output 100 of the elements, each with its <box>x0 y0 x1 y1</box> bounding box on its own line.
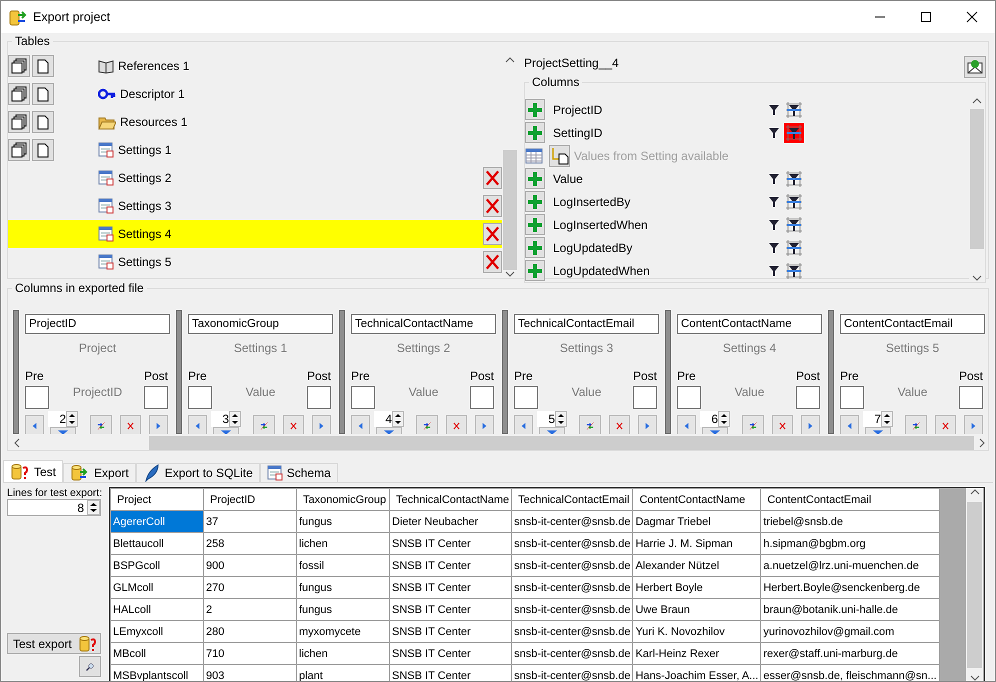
column-header[interactable]: TechnicalContactName <box>390 488 512 510</box>
column-name-field[interactable]: ContentContactName <box>677 314 822 334</box>
post-field[interactable] <box>144 386 168 409</box>
tab[interactable]: Schema <box>260 463 338 482</box>
move-left-button[interactable] <box>514 415 533 434</box>
remove-button[interactable] <box>120 415 141 434</box>
copy-button[interactable] <box>8 83 30 105</box>
remove-button[interactable] <box>935 415 956 434</box>
copy-button[interactable] <box>8 55 30 77</box>
pre-field[interactable] <box>840 386 864 409</box>
add-button[interactable] <box>525 191 545 212</box>
tab[interactable]: Test <box>3 460 64 482</box>
search-button[interactable] <box>79 656 101 677</box>
move-right-button[interactable] <box>312 415 331 434</box>
swap-button[interactable] <box>253 415 275 434</box>
drag-handle[interactable] <box>13 310 19 434</box>
scrollbar[interactable] <box>502 56 518 278</box>
pre-field[interactable] <box>25 386 49 409</box>
drag-handle[interactable] <box>339 310 345 434</box>
tab[interactable]: Export <box>63 463 136 482</box>
table-list-item[interactable]: Settings 3 <box>8 192 502 220</box>
test-export-button[interactable]: Test export <box>7 633 101 654</box>
column-header[interactable]: Project <box>110 488 204 510</box>
column-name-field[interactable]: ContentContactEmail <box>840 314 985 334</box>
table-list-item[interactable]: Settings 1 <box>8 136 502 164</box>
remove-button[interactable] <box>483 251 502 273</box>
filter-list-button[interactable] <box>784 214 804 234</box>
column-header[interactable]: TaxonomicGroup <box>296 488 390 510</box>
filter-list-button[interactable] <box>784 100 804 120</box>
export-button[interactable] <box>964 56 986 78</box>
post-field[interactable] <box>796 386 820 409</box>
table-list-item[interactable]: Descriptor 1 <box>8 80 502 108</box>
move-left-button[interactable] <box>677 415 696 434</box>
filter-list-button[interactable] <box>784 122 804 142</box>
add-button[interactable] <box>525 260 545 281</box>
post-field[interactable] <box>470 386 494 409</box>
swap-button[interactable] <box>905 415 927 434</box>
swap-button[interactable] <box>416 415 438 434</box>
scrollbar[interactable] <box>966 488 983 681</box>
filter-list-button[interactable] <box>784 192 804 212</box>
column-name-field[interactable]: TaxonomicGroup <box>188 314 333 334</box>
swap-button[interactable] <box>579 415 601 434</box>
post-field[interactable] <box>633 386 657 409</box>
add-button[interactable] <box>525 214 545 235</box>
move-left-button[interactable] <box>188 415 207 434</box>
move-right-button[interactable] <box>638 415 657 434</box>
copy-button[interactable] <box>8 139 30 161</box>
tab[interactable]: Export to SQLite <box>136 463 260 482</box>
drag-handle[interactable] <box>502 310 508 434</box>
new-page-button[interactable] <box>32 111 54 133</box>
remove-button[interactable] <box>483 223 502 245</box>
table-list-item[interactable]: References 1 <box>8 52 502 80</box>
move-left-button[interactable] <box>840 415 859 434</box>
column-name-field[interactable]: TechnicalContactName <box>351 314 496 334</box>
remove-button[interactable] <box>483 195 502 217</box>
filter-list-button[interactable] <box>784 238 804 258</box>
copy-button[interactable] <box>8 111 30 133</box>
table-list-item[interactable]: Settings 2 <box>8 164 502 192</box>
post-field[interactable] <box>307 386 331 409</box>
table-list-item[interactable]: Resources 1 <box>8 108 502 136</box>
pre-field[interactable] <box>351 386 375 409</box>
column-header[interactable]: ContentContactName <box>632 488 761 510</box>
column-name-field[interactable]: ProjectID <box>25 314 170 334</box>
move-left-button[interactable] <box>351 415 370 434</box>
move-right-button[interactable] <box>801 415 820 434</box>
drag-handle[interactable] <box>828 310 834 434</box>
link-button[interactable] <box>549 144 570 166</box>
swap-button[interactable] <box>742 415 764 434</box>
add-button[interactable] <box>525 237 545 258</box>
move-right-button[interactable] <box>149 415 168 434</box>
data-grid[interactable] <box>109 487 985 681</box>
column-header[interactable]: TechnicalContactEmail <box>512 488 633 510</box>
pre-field[interactable] <box>677 386 701 409</box>
lines-spinner[interactable]: 8 <box>7 499 101 516</box>
new-page-button[interactable] <box>32 139 54 161</box>
drag-handle[interactable] <box>176 310 182 434</box>
column-header[interactable]: ProjectID <box>204 488 296 510</box>
pre-field[interactable] <box>188 386 212 409</box>
table-list-item[interactable]: Settings 4 <box>8 220 502 248</box>
drag-handle[interactable] <box>665 310 671 434</box>
maximize-icon[interactable] <box>920 11 932 23</box>
remove-button[interactable] <box>446 415 467 434</box>
post-field[interactable] <box>959 386 983 409</box>
column-name-field[interactable]: TechnicalContactEmail <box>514 314 659 334</box>
new-page-button[interactable] <box>32 83 54 105</box>
remove-button[interactable] <box>483 167 502 189</box>
table-list-item[interactable]: Settings 5 <box>8 248 502 276</box>
close-icon[interactable] <box>966 11 978 23</box>
add-button[interactable] <box>525 99 545 120</box>
move-left-button[interactable] <box>25 415 44 434</box>
column-header[interactable]: ContentContactEmail <box>760 488 940 510</box>
remove-button[interactable] <box>283 415 304 434</box>
filter-list-button[interactable] <box>784 260 804 280</box>
filter-list-button[interactable] <box>784 168 804 188</box>
swap-button[interactable] <box>90 415 112 434</box>
scrollbar[interactable] <box>969 97 985 282</box>
move-right-button[interactable] <box>964 415 983 434</box>
move-right-button[interactable] <box>475 415 494 434</box>
remove-button[interactable] <box>772 415 793 434</box>
new-page-button[interactable] <box>32 55 54 77</box>
